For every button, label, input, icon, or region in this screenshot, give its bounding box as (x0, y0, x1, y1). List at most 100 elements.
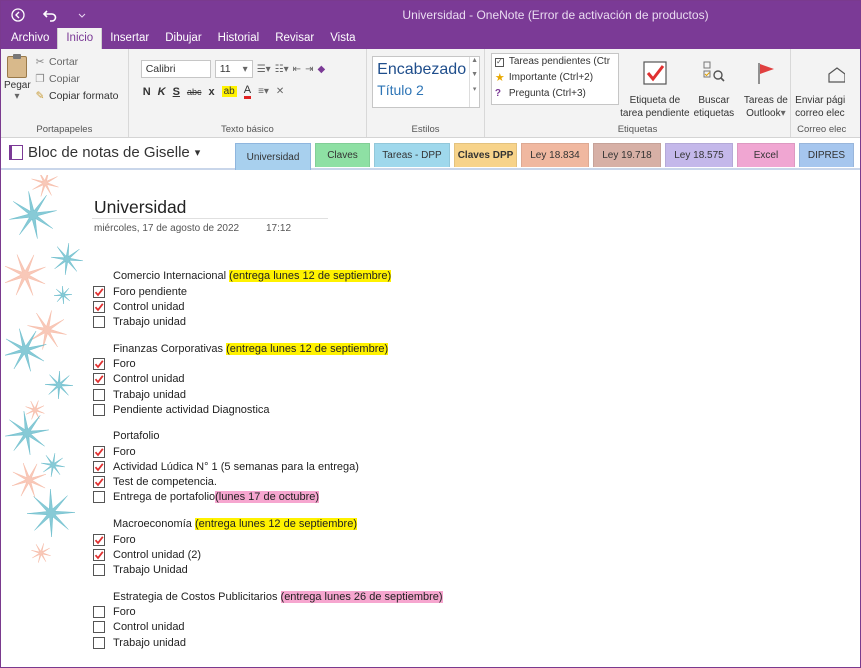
tab-vista[interactable]: Vista (322, 28, 363, 49)
indent-icon[interactable]: ⇥ (305, 64, 313, 75)
todo-item[interactable]: Control unidad (93, 372, 443, 387)
font-name-select[interactable]: Calibri (140, 60, 211, 78)
chevron-down-icon[interactable] (73, 6, 91, 24)
todo-item[interactable]: Test de competencia. (93, 475, 443, 490)
outlook-tasks-button[interactable]: Tareas de Outlook▾ (740, 57, 792, 120)
subscript-button[interactable]: x (208, 86, 214, 98)
checked-checkbox-icon[interactable] (93, 548, 105, 561)
todo-item[interactable]: Trabajo unidad (93, 635, 443, 650)
style-title2[interactable]: Título 2 (373, 79, 479, 98)
tag-item-todo[interactable]: ✓ Tareas pendientes (Ctr (494, 54, 618, 70)
checked-checkbox-icon[interactable] (93, 476, 105, 489)
strikethrough-button[interactable]: abc (187, 87, 202, 97)
checkbox-icon[interactable] (93, 606, 105, 619)
clear-formatting-icon[interactable]: ✕ (276, 86, 284, 97)
tab-revisar[interactable]: Revisar (267, 28, 322, 49)
section-tab-ley-18-575[interactable]: Ley 18.575 (665, 143, 733, 167)
section-tab-tareas-dpp[interactable]: Tareas - DPP (374, 143, 450, 167)
note-heading[interactable]: Portafolio (93, 429, 443, 444)
todo-item[interactable]: Foro (93, 605, 443, 620)
todo-item[interactable]: Foro (93, 357, 443, 372)
numbered-list-icon[interactable]: ☷▾ (275, 64, 289, 75)
todo-item[interactable]: Trabajo unidad (93, 314, 443, 329)
note-container[interactable]: Comercio Internacional (entrega lunes 12… (93, 269, 443, 662)
todo-item[interactable]: Control unidad (93, 299, 443, 314)
starburst-icon (31, 543, 51, 563)
checked-checkbox-icon[interactable] (93, 445, 105, 458)
notebook-icon (9, 145, 23, 160)
section-tab-ley-19-718[interactable]: Ley 19.718 (593, 143, 661, 167)
todo-item[interactable]: Pendiente actividad Diagnostica (93, 402, 443, 417)
todo-item[interactable]: Actividad Lúdica N° 1 (5 semanas para la… (93, 460, 443, 475)
checkbox-icon[interactable] (93, 491, 105, 504)
note-heading[interactable]: Finanzas Corporativas (entrega lunes 12 … (93, 342, 443, 357)
checked-checkbox-icon[interactable] (93, 300, 105, 313)
todo-item[interactable]: Control unidad (93, 620, 443, 635)
todo-text: Control unidad (2) (113, 548, 202, 561)
underline-button[interactable]: S (173, 86, 180, 98)
back-arrow-icon[interactable] (9, 6, 27, 24)
styles-scroll[interactable]: ▲ ▼ ▾ (469, 57, 479, 107)
section-tab-claves-dpp[interactable]: Claves DPP (454, 143, 517, 167)
font-size-select[interactable]: 11 ▾ (214, 60, 253, 78)
format-painter-button[interactable]: ✎ Copiar formato (34, 88, 119, 105)
checkbox-icon[interactable] (93, 636, 105, 649)
bullet-list-icon[interactable]: ☰▾ (257, 64, 271, 75)
paste-button[interactable]: Pegar ▾ (4, 54, 31, 102)
starburst-icon (41, 453, 65, 477)
cut-button[interactable]: ✂ Cortar (34, 54, 118, 71)
section-tab-excel[interactable]: Excel (737, 143, 795, 167)
todo-item[interactable]: Trabajo Unidad (93, 562, 443, 577)
note-block: Portafolio Foro Actividad Lúdica N° 1 (5 s… (93, 429, 443, 505)
notebook-selector[interactable]: Bloc de notas de Giselle ▾ (9, 144, 200, 161)
tab-dibujar[interactable]: Dibujar (157, 28, 209, 49)
checked-checkbox-icon[interactable] (93, 533, 105, 546)
checkbox-icon[interactable] (93, 564, 105, 577)
tab-insertar[interactable]: Insertar (102, 28, 157, 49)
italic-button[interactable]: K (158, 86, 166, 98)
section-tab-universidad[interactable]: Universidad (235, 143, 311, 170)
todo-item[interactable]: Trabajo unidad (93, 387, 443, 402)
bold-button[interactable]: N (143, 86, 151, 98)
tab-historial[interactable]: Historial (210, 28, 268, 49)
find-tags-button[interactable]: Buscar etiquetas (689, 57, 739, 120)
checked-checkbox-icon[interactable] (93, 461, 105, 474)
tag-item-question[interactable]: ? Pregunta (Ctrl+3) (495, 86, 618, 102)
note-heading[interactable]: Macroeconomía (entrega lunes 12 de septi… (93, 517, 443, 532)
section-tab-ley-18-834[interactable]: Ley 18.834 (521, 143, 589, 167)
starburst-icon (25, 400, 45, 420)
checkbox-icon[interactable] (93, 315, 105, 328)
section-tab-claves[interactable]: Claves (315, 143, 370, 167)
note-heading[interactable]: Comercio Internacional (entrega lunes 12… (93, 269, 443, 284)
paste-label: Pegar (4, 80, 31, 91)
eraser-icon[interactable]: ◆ (317, 64, 325, 75)
todo-item[interactable]: Foro (93, 532, 443, 547)
todo-item[interactable]: Foro (93, 444, 443, 459)
todo-text: Trabajo unidad (113, 388, 186, 401)
checked-checkbox-icon[interactable] (93, 358, 105, 371)
tag-item-important[interactable]: ★ Importante (Ctrl+2) (495, 70, 618, 86)
page-title[interactable]: Universidad (94, 197, 186, 218)
todo-item[interactable]: Entrega de portafolio (lunes 17 de octub… (93, 490, 443, 505)
checkbox-icon[interactable] (93, 388, 105, 401)
checked-checkbox-icon[interactable] (93, 373, 105, 386)
todo-tag-button[interactable]: Etiqueta de tarea pendiente (620, 57, 690, 120)
tab-inicio[interactable]: Inicio (57, 27, 103, 49)
checkbox-icon[interactable] (93, 403, 105, 416)
todo-item[interactable]: Foro pendiente (93, 284, 443, 299)
section-tab-dipres[interactable]: DIPRES (799, 143, 854, 167)
highlight-button[interactable]: ab (221, 86, 237, 97)
style-heading[interactable]: Encabezado (373, 57, 479, 79)
checked-checkbox-icon[interactable] (93, 285, 105, 298)
copy-button[interactable]: ❐ Copiar (34, 71, 118, 88)
todo-item[interactable]: Control unidad (2) (93, 547, 443, 562)
email-page-button[interactable]: Enviar pági correo elec (795, 57, 846, 120)
font-color-button[interactable]: A (243, 84, 252, 99)
tab-archivo[interactable]: Archivo (3, 28, 57, 49)
page-canvas[interactable]: Universidad miércoles, 17 de agosto de 2… (1, 175, 860, 667)
outdent-icon[interactable]: ⇤ (293, 64, 301, 75)
undo-icon[interactable] (41, 6, 59, 24)
note-heading[interactable]: Estrategia de Costos Publicitarios (entr… (93, 590, 443, 605)
align-icon[interactable]: ≡▾ (258, 86, 269, 97)
checkbox-icon[interactable] (93, 621, 105, 634)
